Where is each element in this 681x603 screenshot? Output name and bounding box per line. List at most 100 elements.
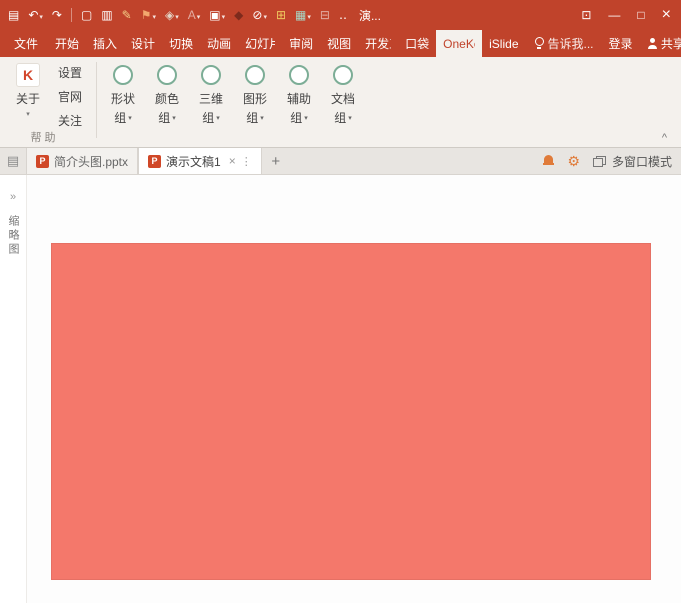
tab-home[interactable]: 开始 <box>48 30 86 57</box>
chevron-down-icon: ▾ <box>128 114 132 122</box>
clipboard-icon[interactable]: ▣▾ <box>209 9 225 21</box>
more-icon[interactable]: ‥ <box>339 9 347 21</box>
maximize-button[interactable]: □ <box>637 9 644 21</box>
picture-icon[interactable]: ▦▾ <box>295 9 311 21</box>
chevron-down-icon: ▾ <box>304 114 308 122</box>
onekey-links: 设置 官网 关注 <box>54 63 86 130</box>
circle-icon <box>245 65 265 85</box>
website-button[interactable]: 官网 <box>54 87 86 106</box>
minimize-button[interactable]: — <box>608 9 620 21</box>
tab-review[interactable]: 审阅 <box>282 30 320 57</box>
ribbon-group-label: 帮 助 <box>10 129 76 145</box>
circle-icon <box>113 65 133 85</box>
tab-file[interactable]: 文件 <box>4 30 48 57</box>
flag-icon[interactable]: ⚑▾ <box>141 9 156 21</box>
chevron-down-icon: ▾ <box>263 14 267 21</box>
quick-access-toolbar: ▤ ↶▾ ↷ ▢ ▥ ✎ ⚑▾ ◈▾ A▾ ▣▾ ◆ ⊘▾ ⊞ ▦▾ ⊟ ‥ <box>8 8 347 22</box>
slide-canvas[interactable] <box>27 175 681 603</box>
chevron-down-icon: ▾ <box>26 110 30 118</box>
tab-developer[interactable]: 开发工 <box>358 30 398 57</box>
chevron-down-icon: ▾ <box>197 14 201 21</box>
ribbon-tab-row: 文件 开始 插入 设计 切换 动画 幻灯片 审阅 视图 开发工 口袋 OneKe… <box>0 30 681 57</box>
settings-button[interactable]: 设置 <box>54 63 86 82</box>
gear-icon[interactable]: ⚙ <box>567 154 580 168</box>
tab-pocket[interactable]: 口袋 <box>398 30 436 57</box>
circle-icon <box>333 65 353 85</box>
slide-shape[interactable] <box>51 243 651 580</box>
doc-tab-active[interactable]: P 演示文稿1 × ⋮ <box>138 148 262 174</box>
chevron-down-icon: ▾ <box>307 14 311 21</box>
chevron-down-icon: ▾ <box>216 114 220 122</box>
helper-group-button[interactable]: 辅助 组▾ <box>277 62 321 126</box>
grid-icon[interactable]: ⊞ <box>276 9 286 21</box>
diamond-icon[interactable]: ◆ <box>234 9 243 21</box>
undo-icon[interactable]: ↶▾ <box>28 9 43 21</box>
ribbon-group-separator <box>96 62 97 138</box>
titlebar: ▤ ↶▾ ↷ ▢ ▥ ✎ ⚑▾ ◈▾ A▾ ▣▾ ◆ ⊘▾ ⊞ ▦▾ ⊟ ‥ 演… <box>0 0 681 30</box>
expand-pane-icon[interactable]: » <box>10 191 16 203</box>
tell-me-box[interactable]: 告诉我... <box>526 30 602 57</box>
thumbnail-pane-label[interactable]: 缩略图 <box>5 215 21 257</box>
new-doc-icon[interactable]: ▢ <box>81 9 92 21</box>
save-icon[interactable]: ▤ <box>8 9 19 21</box>
tab-view[interactable]: 视图 <box>320 30 358 57</box>
tabbar-right-tools: ⚙ 多窗口模式 <box>543 148 681 174</box>
tab-transitions[interactable]: 切换 <box>162 30 200 57</box>
graphic-group-button[interactable]: 图形 组▾ <box>233 62 277 126</box>
close-tab-icon[interactable]: × <box>229 154 236 168</box>
circle-icon <box>157 65 177 85</box>
chevron-down-icon: ▾ <box>39 14 43 21</box>
font-icon[interactable]: A▾ <box>188 9 201 21</box>
login-button[interactable]: 登录 <box>602 30 640 57</box>
lightbulb-icon <box>534 37 543 50</box>
collapse-ribbon-icon[interactable]: ^ <box>662 132 667 144</box>
chevron-down-icon: ▾ <box>175 14 179 21</box>
close-button[interactable]: × <box>662 7 671 23</box>
ribbon-display-icon[interactable]: ⊡ <box>581 9 591 21</box>
share-button[interactable]: 共享 <box>640 30 681 57</box>
ppt-file-icon: P <box>36 155 49 168</box>
chevron-down-icon: ▾ <box>222 14 226 21</box>
ribbon-content: K 关于 ▾ 设置 官网 关注 形状 组▾ 颜色 组▾ 三维 组▾ 图形 组▾ <box>0 57 681 148</box>
multi-window-icon <box>593 156 606 167</box>
tab-design[interactable]: 设计 <box>124 30 162 57</box>
shapes-icon[interactable]: ◈▾ <box>165 9 179 21</box>
color-group-button[interactable]: 颜色 组▾ <box>145 62 189 126</box>
notification-bell-icon[interactable] <box>543 155 554 167</box>
printer-icon[interactable]: ⊟ <box>320 9 330 21</box>
window-controls: ⊡ — □ × <box>581 7 671 23</box>
person-icon <box>647 38 658 49</box>
tab-menu-icon[interactable]: ⋮ <box>241 155 252 168</box>
multi-window-mode-button[interactable]: 多窗口模式 <box>593 153 672 170</box>
chevron-down-icon: ▾ <box>172 114 176 122</box>
format-painter-icon[interactable]: ✎ <box>122 9 132 21</box>
window-title: 演... <box>359 7 381 24</box>
follow-button[interactable]: 关注 <box>54 111 86 130</box>
toolbar-separator <box>71 8 72 22</box>
chevron-down-icon: ▾ <box>260 114 264 122</box>
chevron-down-icon: ▾ <box>153 14 157 21</box>
app-window: ▤ ↶▾ ↷ ▢ ▥ ✎ ⚑▾ ◈▾ A▾ ▣▾ ◆ ⊘▾ ⊞ ▦▾ ⊟ ‥ 演… <box>0 0 681 603</box>
tab-insert[interactable]: 插入 <box>86 30 124 57</box>
doc-tab-inactive[interactable]: P 简介头图.pptx <box>26 148 138 174</box>
document-tab-bar: ▤ P 简介头图.pptx P 演示文稿1 × ⋮ + ⚙ 多窗口模式 <box>0 148 681 175</box>
no-fill-icon[interactable]: ⊘▾ <box>252 9 267 21</box>
thumbnail-pane-collapsed: » 缩略图 <box>0 175 27 603</box>
ppt-file-icon: P <box>148 155 161 168</box>
tab-onekey-active[interactable]: OneKey <box>436 30 482 57</box>
onekey-logo-icon: K <box>16 63 40 87</box>
main-area: » 缩略图 <box>0 175 681 603</box>
redo-icon[interactable]: ↷ <box>52 9 62 21</box>
circle-icon <box>201 65 221 85</box>
tab-slideshow[interactable]: 幻灯片 <box>238 30 282 57</box>
about-button[interactable]: K 关于 ▾ <box>8 62 48 118</box>
tab-islide[interactable]: iSlide <box>482 30 525 57</box>
chevron-down-icon: ▾ <box>348 114 352 122</box>
new-slide-icon[interactable]: ▥ <box>101 9 112 21</box>
shape-group-button[interactable]: 形状 组▾ <box>101 62 145 126</box>
document-group-button[interactable]: 文档 组▾ <box>321 62 365 126</box>
new-tab-button[interactable]: + <box>262 148 290 174</box>
start-page-icon[interactable]: ▤ <box>0 148 26 174</box>
tab-animations[interactable]: 动画 <box>200 30 238 57</box>
threed-group-button[interactable]: 三维 组▾ <box>189 62 233 126</box>
